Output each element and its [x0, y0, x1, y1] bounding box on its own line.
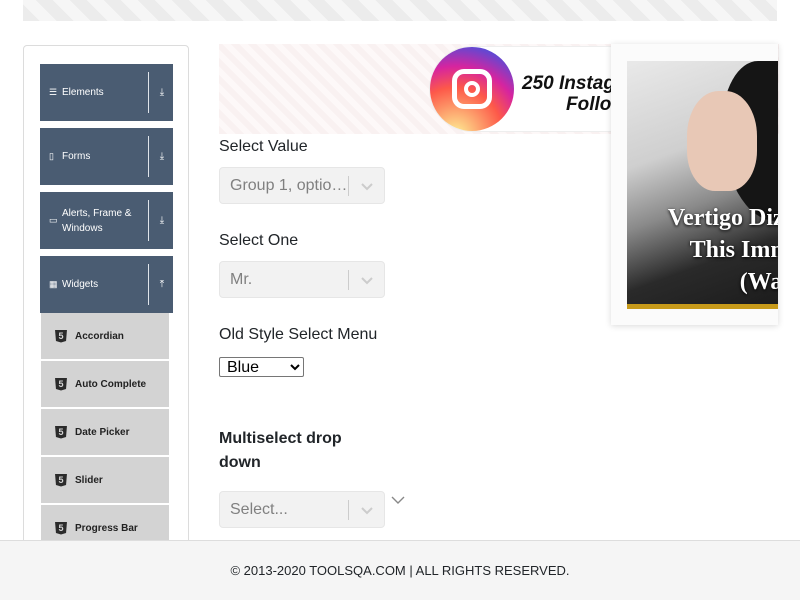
- chevron-down-icon[interactable]: [357, 262, 377, 297]
- divider: [148, 264, 149, 305]
- top-ad-banner: [23, 0, 777, 21]
- expand-arrow-icon[interactable]: ⤓: [151, 192, 173, 249]
- window-icon: ▭: [49, 215, 58, 225]
- sidebar-item-label: Auto Complete: [75, 378, 147, 390]
- sidebar-group-forms[interactable]: ▯ Forms ⤓: [40, 128, 173, 185]
- select-one-dropdown[interactable]: Mr.: [219, 261, 385, 298]
- sidebar-item-label: Date Picker: [75, 426, 130, 438]
- divider: [348, 176, 349, 196]
- expand-arrow-icon[interactable]: ⤓: [151, 128, 173, 185]
- chevron-down-icon[interactable]: [357, 168, 377, 203]
- select-value-label: Select Value: [219, 138, 308, 155]
- ad-image-face: [687, 91, 757, 191]
- html5-icon: 5: [55, 329, 67, 343]
- sidebar-group-label: Alerts, Frame & Windows: [62, 207, 132, 234]
- hamburger-icon: ☰: [49, 87, 58, 97]
- select-one-label: Select One: [219, 232, 299, 249]
- sidebar-group-label: Elements: [62, 87, 104, 98]
- select-value-text: Group 1, option 1: [230, 176, 348, 194]
- multiselect-dropdown[interactable]: Select...: [219, 491, 385, 528]
- sidebar-group-alerts[interactable]: ▭ Alerts, Frame & Windows ⤓: [40, 192, 173, 249]
- divider: [348, 270, 349, 290]
- multiselect-label: Multiselect drop down: [219, 430, 342, 471]
- sidebar-item-label: Accordian: [75, 330, 124, 342]
- side-ad[interactable]: Vertigo Dizzi This Imme (Watc: [611, 44, 778, 325]
- sidebar-group-widgets[interactable]: ▦ Widgets ⤒: [40, 256, 173, 313]
- instagram-icon: [430, 47, 514, 131]
- divider: [148, 136, 149, 177]
- select-one-current: Mr.: [230, 262, 348, 297]
- old-style-select-label: Old Style Select Menu: [219, 326, 378, 343]
- multiselect-current: Select...: [230, 492, 348, 527]
- multiselect-placeholder: Select...: [230, 500, 288, 518]
- divider: [148, 200, 149, 241]
- sidebar-item-date-picker[interactable]: 5 Date Picker: [41, 409, 169, 455]
- html5-icon: 5: [55, 425, 67, 439]
- sidebar-item-label: Progress Bar: [75, 522, 138, 534]
- divider: [348, 500, 349, 520]
- sidebar-item-slider[interactable]: 5 Slider: [41, 457, 169, 503]
- copyright-text: © 2013-2020 TOOLSQA.COM | ALL RIGHTS RES…: [230, 563, 570, 578]
- html5-icon: 5: [55, 377, 67, 391]
- expand-arrow-icon[interactable]: ⤓: [151, 64, 173, 121]
- select-one-text: Mr.: [230, 270, 253, 288]
- sidebar-group-label: Widgets: [62, 279, 99, 290]
- sidebar-item-accordian[interactable]: 5 Accordian: [41, 313, 169, 359]
- grid-icon: ▦: [49, 279, 58, 289]
- left-sidebar: ☰ Elements ⤓ ▯ Forms ⤓ ▭ Alerts, Frame &…: [23, 45, 189, 565]
- sidebar-group-label: Forms: [62, 151, 91, 162]
- chevron-down-icon[interactable]: [390, 493, 406, 511]
- ad-headline: Vertigo Dizzi This Imme (Watc: [641, 202, 778, 298]
- collapse-arrow-icon[interactable]: ⤒: [151, 256, 173, 313]
- html5-icon: 5: [55, 521, 67, 535]
- document-icon: ▯: [49, 151, 54, 161]
- ad-text: 250 Instag: [522, 73, 615, 94]
- divider: [148, 72, 149, 113]
- select-value-current: Group 1, option 1: [230, 168, 348, 203]
- chevron-down-icon[interactable]: [357, 492, 377, 527]
- select-value-dropdown[interactable]: Group 1, option 1: [219, 167, 385, 204]
- old-style-select[interactable]: Blue: [219, 357, 304, 377]
- sidebar-item-auto-complete[interactable]: 5 Auto Complete: [41, 361, 169, 407]
- html5-icon: 5: [55, 473, 67, 487]
- ad-headline-text: Vertigo Dizzi This Imme (Watc: [667, 205, 778, 295]
- sidebar-item-label: Slider: [75, 474, 103, 486]
- sidebar-group-elements[interactable]: ☰ Elements ⤓: [40, 64, 173, 121]
- page-footer: © 2013-2020 TOOLSQA.COM | ALL RIGHTS RES…: [0, 540, 800, 600]
